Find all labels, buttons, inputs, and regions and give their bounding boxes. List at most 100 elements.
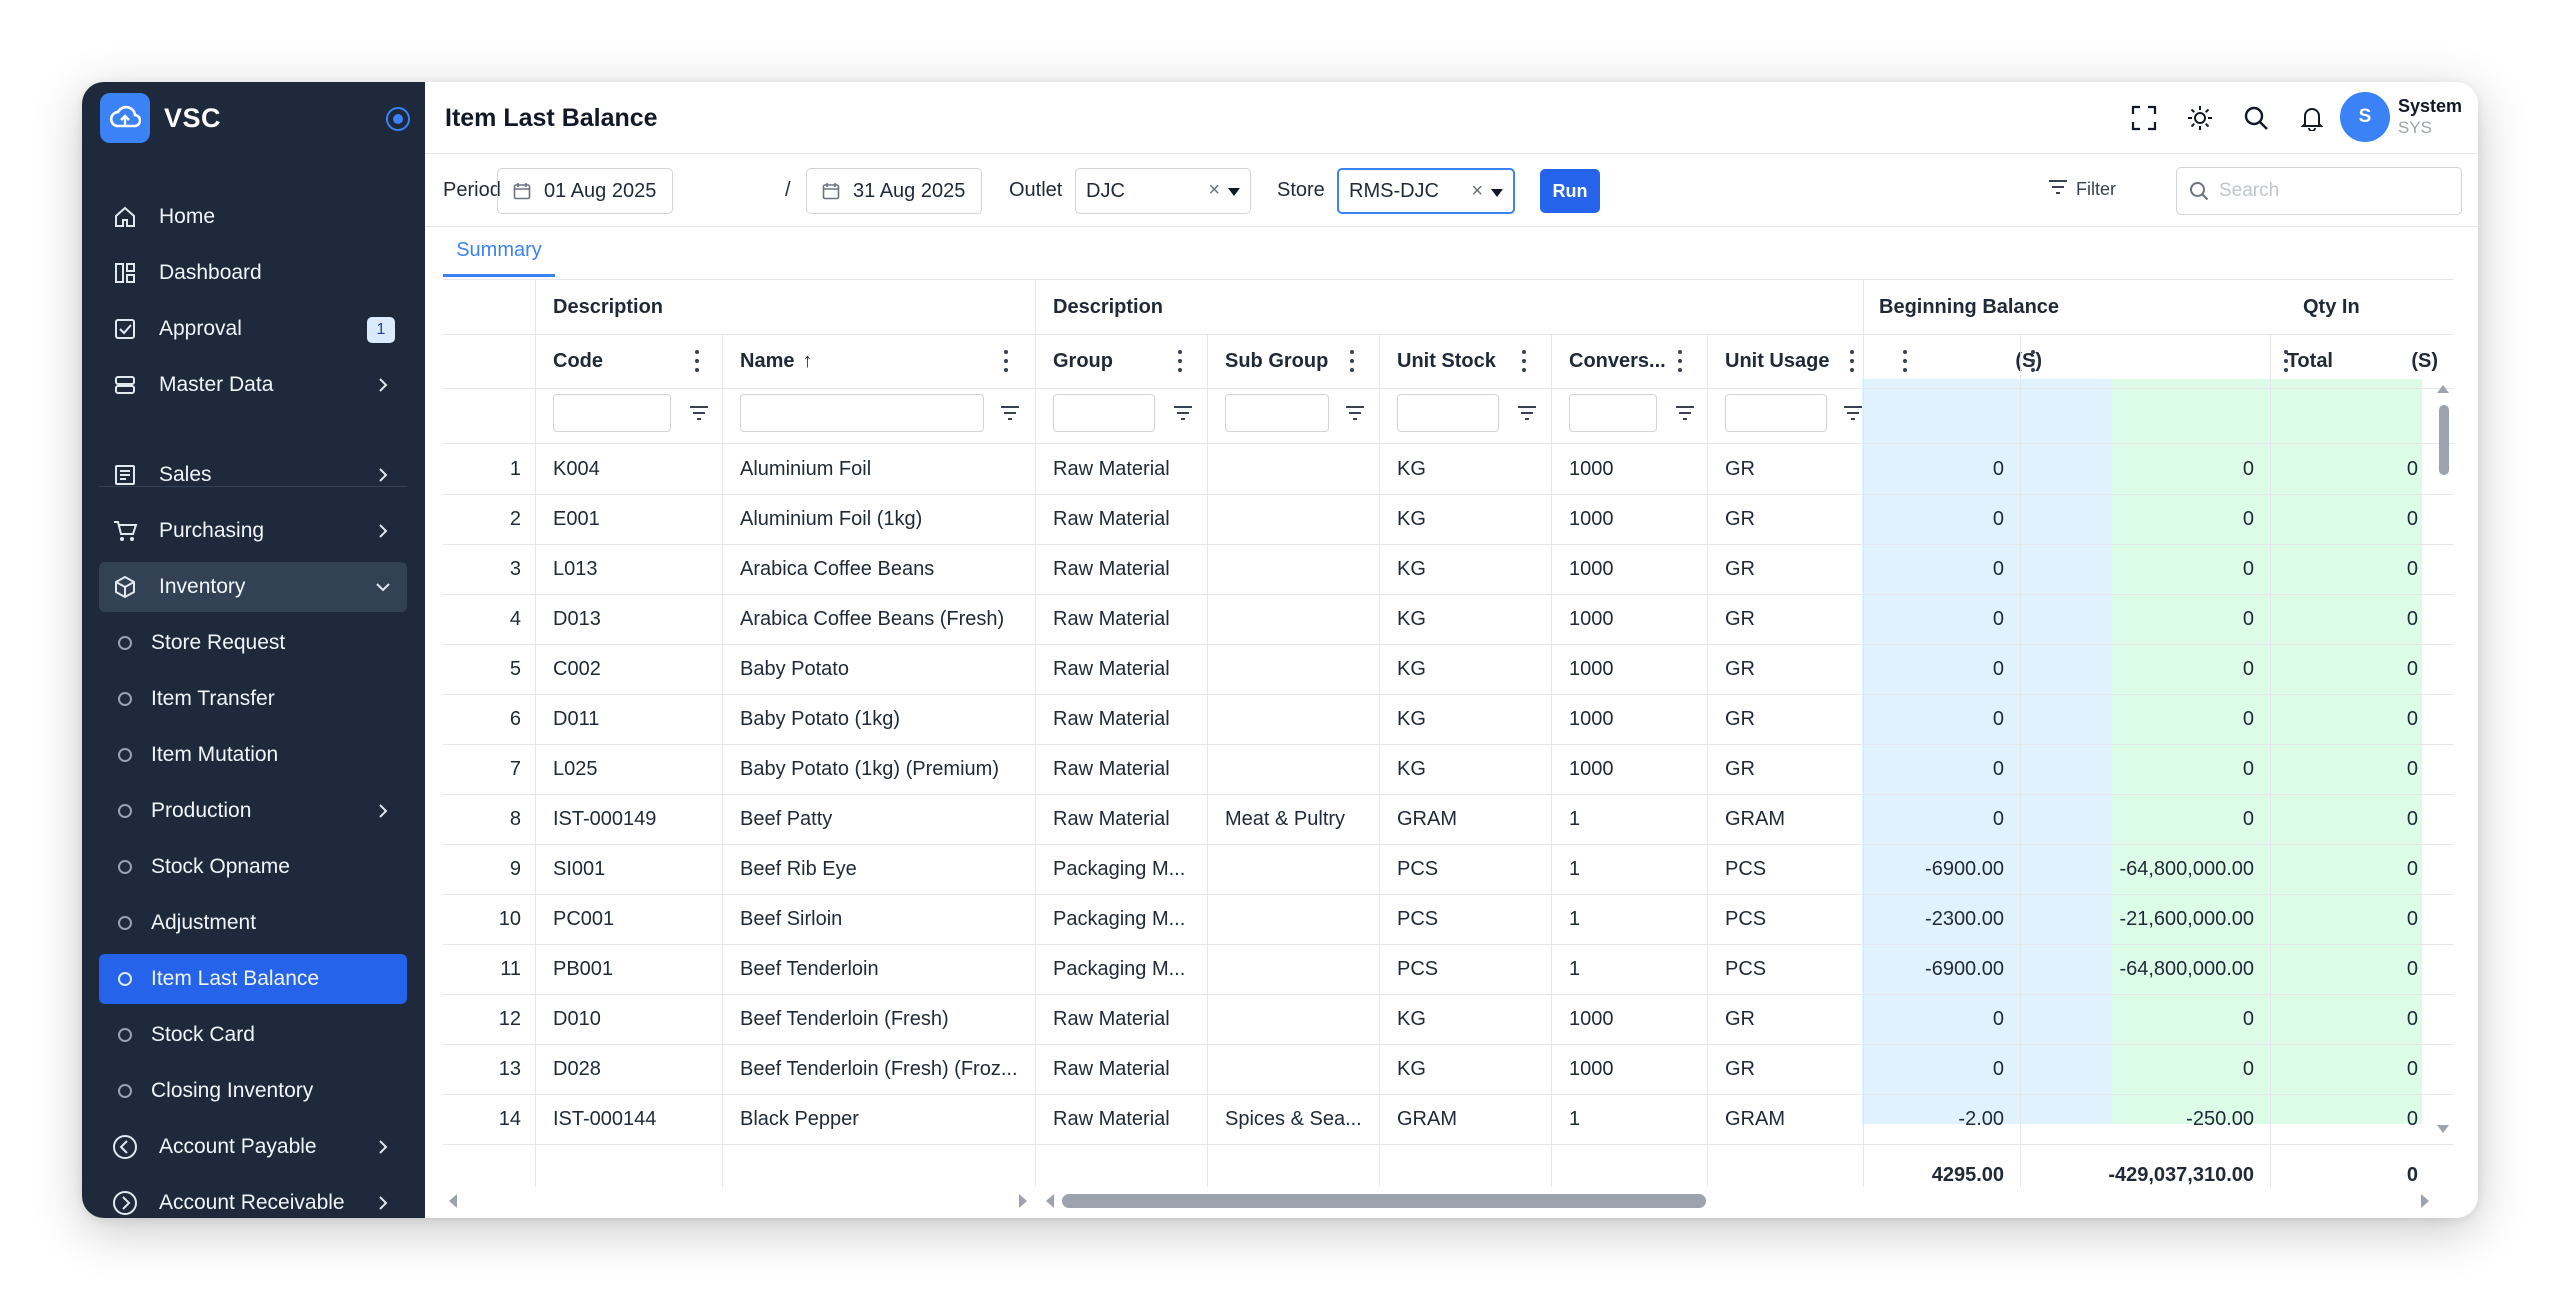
column-header-qi-s[interactable]: (S)	[2343, 334, 2438, 388]
table-cell-unit-stock: GRAM	[1397, 1107, 1457, 1130]
column-menu-icon[interactable]	[2283, 350, 2289, 372]
column-menu-icon[interactable]	[1677, 350, 1683, 372]
table-cell-group: Raw Material	[1053, 707, 1170, 730]
search-input[interactable]: Search	[2176, 167, 2462, 215]
table-cell-group: Raw Material	[1053, 757, 1170, 780]
filter-button[interactable]: Filter	[2048, 179, 2116, 200]
column-filter-input[interactable]	[1053, 394, 1155, 432]
bell-icon[interactable]	[2296, 102, 2328, 134]
column-menu-icon[interactable]	[1521, 350, 1527, 372]
sidebar-item-purchasing[interactable]: Purchasing	[99, 506, 407, 556]
column-filter-input[interactable]	[740, 394, 984, 432]
sidebar-item-master-data[interactable]: Master Data	[99, 360, 407, 410]
sidebar-item-home[interactable]: Home	[99, 192, 407, 242]
column-header-unit-usage[interactable]: Unit Usage	[1725, 334, 1829, 388]
horizontal-scrollbar-left[interactable]	[443, 1189, 1033, 1213]
sidebar-item-store-request[interactable]: Store Request	[99, 618, 407, 668]
filter-icon[interactable]	[999, 402, 1021, 424]
column-header-unit-stock[interactable]: Unit Stock	[1397, 334, 1496, 388]
sidebar-item-account-receivable[interactable]: Account Receivable	[99, 1178, 407, 1218]
chevron-right-icon	[373, 375, 393, 395]
table-cell-qi-s: 0	[2406, 957, 2418, 980]
table-cell-name: Beef Tenderloin (Fresh) (Froz...	[740, 1057, 1018, 1080]
sidebar-item-inventory[interactable]: Inventory	[99, 562, 407, 612]
date-from-picker[interactable]: 01 Aug 2025	[497, 168, 673, 214]
horizontal-scrollbar-right[interactable]	[1040, 1189, 2440, 1213]
table-cell-conv: 1000	[1569, 457, 1614, 480]
column-filter-input[interactable]	[1725, 394, 1827, 432]
column-menu-icon[interactable]	[1177, 350, 1183, 372]
filter-icon[interactable]	[1842, 402, 1864, 424]
column-menu-icon[interactable]	[1349, 350, 1355, 372]
sidebar-item-dashboard[interactable]: Dashboard	[99, 248, 407, 298]
date-to-picker[interactable]: 31 Aug 2025	[806, 168, 982, 214]
sidebar-toggle-icon[interactable]	[386, 107, 410, 131]
table-cell-unit-stock: PCS	[1397, 857, 1439, 880]
outlet-select[interactable]: DJC ×	[1075, 168, 1251, 214]
clear-icon[interactable]: ×	[1208, 179, 1220, 202]
sidebar-item-item-transfer[interactable]: Item Transfer	[99, 674, 407, 724]
column-menu-icon[interactable]	[694, 350, 700, 372]
table-cell-no: 6	[509, 707, 521, 730]
search-icon[interactable]	[2240, 102, 2272, 134]
sidebar-item-label: Adjustment	[151, 911, 257, 934]
sidebar-item-stock-opname[interactable]: Stock Opname	[99, 842, 407, 892]
user-menu[interactable]: S System SYS	[2339, 92, 2462, 142]
fullscreen-icon[interactable]	[2128, 102, 2160, 134]
table-cell-group: Raw Material	[1053, 1107, 1170, 1130]
table-cell-unit-usage: GR	[1725, 1007, 1755, 1030]
filter-icon[interactable]	[1344, 402, 1366, 424]
filter-icon[interactable]	[1516, 402, 1538, 424]
tab-summary[interactable]: Summary	[443, 227, 555, 277]
table-cell-bb-total: 0	[2242, 457, 2254, 480]
table-cell-bb-total: 0	[2242, 707, 2254, 730]
sidebar-item-adjustment[interactable]: Adjustment	[99, 898, 407, 948]
column-menu-icon[interactable]	[1003, 350, 1009, 372]
column-menu-icon[interactable]	[1849, 350, 1855, 372]
table-cell-name: Beef Sirloin	[740, 907, 843, 930]
column-header-sub-group[interactable]: Sub Group	[1225, 334, 1328, 388]
table-cell-qi-s: 0	[2406, 607, 2418, 630]
table-cell-qi-s: 0	[2406, 1057, 2418, 1080]
sidebar-item-closing-inventory[interactable]: Closing Inventory	[99, 1066, 407, 1116]
column-header-group[interactable]: Group	[1053, 334, 1113, 388]
table-cell-group: Raw Material	[1053, 1007, 1170, 1030]
table-cell-group: Raw Material	[1053, 657, 1170, 680]
sidebar-item-label: Item Transfer	[151, 687, 275, 710]
sun-icon[interactable]	[2184, 102, 2216, 134]
column-filter-input[interactable]	[1397, 394, 1499, 432]
table-cell-unit-stock: PCS	[1397, 907, 1439, 930]
vertical-scrollbar[interactable]	[2432, 379, 2454, 1139]
table-cell-code: K004	[553, 457, 600, 480]
column-header-name[interactable]: Name ↑	[740, 334, 812, 388]
sidebar-item-production[interactable]: Production	[99, 786, 407, 836]
table-cell-qi-s: 0	[2406, 707, 2418, 730]
sidebar-item-account-payable[interactable]: Account Payable	[99, 1122, 407, 1172]
footer-total-qi-s: 0	[2406, 1163, 2418, 1186]
column-header-code[interactable]: Code	[553, 334, 603, 388]
column-header-bb-s[interactable]: (S)	[1923, 334, 2042, 388]
sidebar-item-approval[interactable]: Approval 1	[99, 304, 407, 354]
sidebar-item-item-last-balance[interactable]: Item Last Balance	[99, 954, 407, 1004]
clear-icon[interactable]: ×	[1471, 180, 1483, 203]
column-menu-icon[interactable]	[1902, 350, 1908, 372]
sidebar-item-sales[interactable]: Sales	[99, 450, 407, 500]
column-filter-input[interactable]	[1569, 394, 1657, 432]
filter-icon[interactable]	[688, 402, 710, 424]
table-cell-name: Beef Tenderloin	[740, 957, 879, 980]
sidebar-item-item-mutation[interactable]: Item Mutation	[99, 730, 407, 780]
filter-icon[interactable]	[1172, 402, 1194, 424]
table-cell-code: C002	[553, 657, 601, 680]
column-header-conversion[interactable]: Convers...	[1569, 334, 1666, 388]
run-button[interactable]: Run	[1540, 169, 1600, 213]
table-cell-code: D010	[553, 1007, 601, 1030]
store-select[interactable]: RMS-DJC ×	[1337, 168, 1515, 214]
filter-icon[interactable]	[1674, 402, 1696, 424]
column-filter-input[interactable]	[1225, 394, 1329, 432]
bullet-icon	[118, 804, 132, 818]
column-filter-input[interactable]	[553, 394, 671, 432]
column-header-bb-total[interactable]: Total	[2083, 334, 2333, 388]
column-menu-icon[interactable]	[2030, 350, 2036, 372]
table-cell-qi-s: 0	[2406, 457, 2418, 480]
sidebar-item-stock-card[interactable]: Stock Card	[99, 1010, 407, 1060]
